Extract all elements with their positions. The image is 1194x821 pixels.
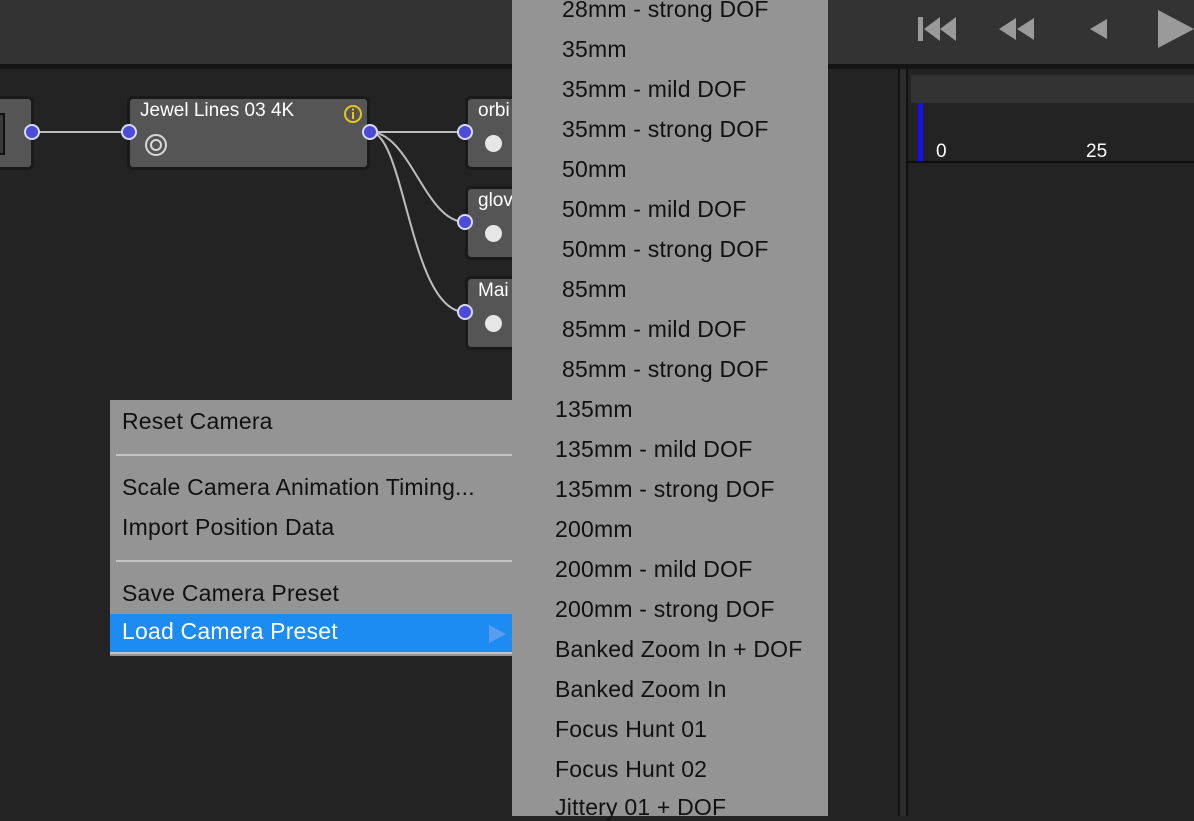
menu-item-reset-camera[interactable]: Reset Camera [122, 408, 273, 435]
menu-item-scale-camera-timing[interactable]: Scale Camera Animation Timing... [122, 474, 475, 501]
submenu-item[interactable]: 35mm - mild DOF [562, 76, 746, 103]
target-icon [145, 134, 167, 156]
node-dot [485, 135, 502, 152]
context-menu: Reset Camera Scale Camera Animation Timi… [110, 400, 512, 656]
tick-label: 0 [936, 141, 947, 162]
skip-to-start-button[interactable] [912, 8, 960, 50]
node-title: Mai [478, 280, 509, 301]
node-dot [485, 315, 502, 332]
menu-separator [116, 454, 512, 456]
node-title: orbi [478, 100, 510, 121]
menu-item-label: Load Camera Preset [122, 618, 338, 644]
menu-item-load-camera-preset[interactable]: Load Camera Preset [110, 614, 512, 654]
submenu-item[interactable]: 50mm - mild DOF [562, 196, 746, 223]
node-title: Jewel Lines 03 4K [140, 100, 295, 121]
submenu-item[interactable]: 85mm - strong DOF [562, 356, 769, 383]
submenu-item[interactable]: 85mm - mild DOF [562, 316, 746, 343]
submenu-item[interactable]: 35mm [562, 36, 627, 63]
input-port[interactable] [121, 124, 137, 140]
panel-splitter[interactable] [898, 69, 908, 816]
submenu-item[interactable]: Banked Zoom In [555, 676, 727, 703]
info-icon[interactable] [343, 104, 363, 124]
menu-item-save-camera-preset[interactable]: Save Camera Preset [122, 580, 339, 607]
submenu-item[interactable]: 200mm [555, 516, 633, 543]
submenu-item[interactable]: 50mm - strong DOF [562, 236, 769, 263]
node-swatch [0, 113, 5, 155]
playhead[interactable] [918, 103, 923, 161]
input-port[interactable] [457, 304, 473, 320]
output-port[interactable] [362, 124, 378, 140]
skip-to-start-icon [918, 17, 956, 41]
submenu-item[interactable]: Focus Hunt 02 [555, 756, 707, 783]
tick-label: 25 [1086, 141, 1108, 162]
timeline-header [911, 75, 1194, 103]
timeline-ruler[interactable]: 0 25 [908, 103, 1194, 163]
menu-separator [116, 560, 512, 562]
submenu-item[interactable]: Focus Hunt 01 [555, 716, 707, 743]
output-port[interactable] [24, 124, 40, 140]
submenu-item[interactable]: Jittery 01 + DOF [555, 794, 726, 821]
submenu-arrow-icon [489, 625, 506, 643]
rewind-button[interactable] [992, 8, 1040, 50]
play-button[interactable] [1150, 8, 1194, 50]
submenu-item[interactable]: 200mm - strong DOF [555, 596, 775, 623]
node-jewel-lines[interactable]: Jewel Lines 03 4K [127, 96, 370, 170]
submenu-item[interactable]: Banked Zoom In + DOF [555, 636, 803, 663]
submenu-item[interactable]: 200mm - mild DOF [555, 556, 752, 583]
node-title: glov [478, 190, 513, 211]
camera-preset-submenu: 28mm - strong DOF 35mm 35mm - mild DOF 3… [512, 0, 828, 820]
step-back-icon [1090, 19, 1107, 39]
rewind-icon [999, 18, 1034, 40]
submenu-item[interactable]: 28mm - strong DOF [562, 0, 769, 23]
submenu-item[interactable]: 35mm - strong DOF [562, 116, 769, 143]
submenu-item[interactable]: 85mm [562, 276, 627, 303]
timeline-panel[interactable]: 0 25 [908, 69, 1194, 816]
submenu-item[interactable]: 50mm [562, 156, 627, 183]
submenu-item[interactable]: 135mm - mild DOF [555, 436, 752, 463]
submenu-item[interactable]: 135mm [555, 396, 633, 423]
step-back-button[interactable] [1076, 8, 1116, 50]
submenu-item[interactable]: 135mm - strong DOF [555, 476, 775, 503]
menu-item-import-position-data[interactable]: Import Position Data [122, 514, 334, 541]
node-dot [485, 225, 502, 242]
input-port[interactable] [457, 124, 473, 140]
play-icon [1158, 10, 1194, 48]
input-port[interactable] [457, 214, 473, 230]
